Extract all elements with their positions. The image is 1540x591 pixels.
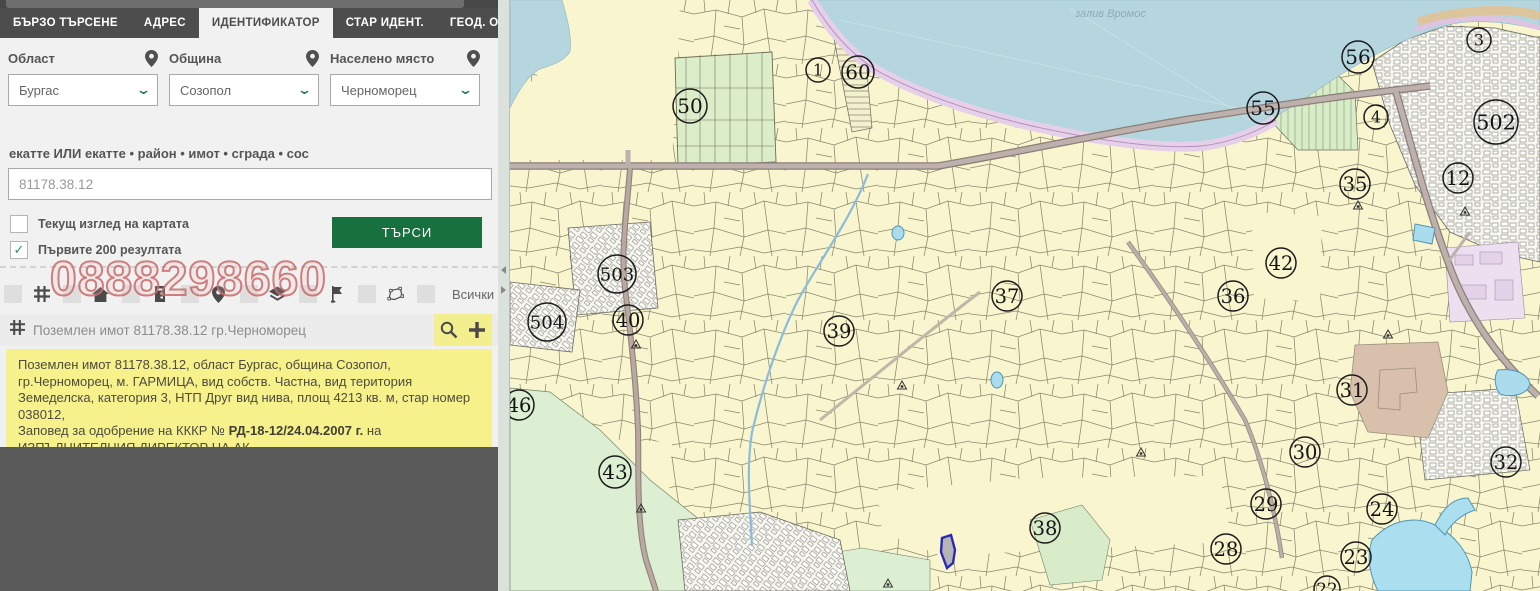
filter-checkbox-object[interactable] xyxy=(122,285,140,303)
map-pin-icon[interactable] xyxy=(145,50,158,67)
svg-text:503: 503 xyxy=(600,264,634,285)
polygon-icon xyxy=(387,286,404,303)
svg-text:42: 42 xyxy=(1269,252,1294,275)
svg-text:3: 3 xyxy=(1474,32,1484,50)
search-tabs: БЪРЗО ТЪРСЕНЕ АДРЕС ИДЕНТИФИКАТОР СТАР И… xyxy=(0,8,498,38)
first-200-checkbox[interactable]: ✓ xyxy=(10,241,28,259)
result-row-actions xyxy=(434,314,492,346)
field-oblast: Област Бургас ⌄ xyxy=(8,46,158,106)
svg-text:36: 36 xyxy=(1221,285,1246,308)
filter-checkbox-parcel[interactable] xyxy=(4,285,22,303)
svg-text:46: 46 xyxy=(510,394,531,417)
svg-text:30: 30 xyxy=(1293,441,1318,464)
filter-checkbox-flag[interactable] xyxy=(299,285,317,303)
svg-text:31: 31 xyxy=(1340,379,1365,402)
oblast-label: Област xyxy=(8,51,55,66)
obshtina-label: Община xyxy=(169,51,221,66)
filter-all-label: Всички xyxy=(452,287,494,302)
cadastre-grid-icon xyxy=(10,320,25,340)
house-icon xyxy=(92,286,109,303)
identifier-hint-label: екатте ИЛИ екатте • район • имот • сград… xyxy=(9,146,309,161)
parcel-detail-text: Поземлен имот 81178.38.12, област Бургас… xyxy=(18,357,470,422)
svg-text:24: 24 xyxy=(1370,498,1395,521)
bay-label: залив Вромос xyxy=(1074,8,1146,20)
filter-checkbox-all[interactable] xyxy=(417,285,435,303)
tab-address[interactable]: АДРЕС xyxy=(131,8,199,38)
svg-text:29: 29 xyxy=(1254,493,1279,516)
svg-text:39: 39 xyxy=(827,320,852,343)
filter-checkbox-building[interactable] xyxy=(63,285,81,303)
expand-panel-arrow-icon[interactable] xyxy=(501,286,506,294)
cadastre-grid-icon xyxy=(33,286,50,303)
identifier-search-panel: Област Бургас ⌄ Община Созопол ⌄ Населен… xyxy=(0,38,498,447)
layers-icon xyxy=(269,286,286,303)
svg-text:43: 43 xyxy=(602,460,627,484)
svg-text:56: 56 xyxy=(1345,45,1370,69)
result-type-filter-toolbar: Всички xyxy=(4,282,494,306)
current-map-view-checkbox[interactable] xyxy=(10,215,28,233)
filter-checkbox-polygon[interactable] xyxy=(358,285,376,303)
svg-text:50: 50 xyxy=(677,94,702,118)
zoom-to-result-button[interactable] xyxy=(437,318,461,342)
search-sidebar: БЪРЗО ТЪРСЕНЕ АДРЕС ИДЕНТИФИКАТОР СТАР И… xyxy=(0,0,498,591)
svg-text:1: 1 xyxy=(813,62,823,80)
settlement-label: Населено място xyxy=(330,51,434,66)
svg-text:12: 12 xyxy=(1446,167,1471,190)
location-pin-icon xyxy=(210,286,227,303)
tab-old-identifier[interactable]: СТАР ИДЕНТ. xyxy=(333,8,437,38)
field-obshtina: Община Созопол ⌄ xyxy=(169,46,319,106)
svg-text:37: 37 xyxy=(995,285,1020,308)
svg-text:23: 23 xyxy=(1344,546,1369,569)
order-text-prefix: Заповед за одобрение на КККР № xyxy=(18,423,229,438)
svg-text:504: 504 xyxy=(530,312,564,333)
first-200-option: ✓ Първите 200 резултата xyxy=(10,241,181,259)
map-pin-icon[interactable] xyxy=(467,50,480,67)
svg-text:60: 60 xyxy=(845,60,870,84)
field-settlement: Населено място Черноморец ⌄ xyxy=(330,46,480,106)
svg-text:32: 32 xyxy=(1494,451,1519,474)
top-toolbar-strip xyxy=(0,0,498,8)
obshtina-select[interactable]: Созопол ⌄ xyxy=(169,74,319,106)
map-brown-area xyxy=(1350,342,1448,438)
svg-text:22: 22 xyxy=(1316,579,1338,591)
svg-text:40: 40 xyxy=(616,309,641,332)
oblast-select[interactable]: Бургас ⌄ xyxy=(8,74,158,106)
building-icon xyxy=(151,286,168,303)
filter-checkbox-point[interactable] xyxy=(181,285,199,303)
tab-identifier[interactable]: ИДЕНТИФИКАТОР xyxy=(199,8,333,38)
svg-text:38: 38 xyxy=(1033,517,1058,540)
divider xyxy=(0,266,498,268)
filter-checkbox-layers[interactable] xyxy=(240,285,258,303)
chevron-down-icon: ⌄ xyxy=(136,82,151,98)
identifier-input[interactable] xyxy=(8,168,492,200)
flag-icon xyxy=(328,286,345,303)
sidebar-footer-area xyxy=(0,447,498,591)
svg-text:35: 35 xyxy=(1343,173,1368,196)
panel-splitter[interactable] xyxy=(498,0,510,591)
add-result-button[interactable] xyxy=(465,318,489,342)
chevron-down-icon: ⌄ xyxy=(297,82,312,98)
svg-text:502: 502 xyxy=(1476,111,1516,135)
order-number: РД-18-12/24.04.2007 г. xyxy=(229,423,364,438)
settlement-select[interactable]: Черноморец ⌄ xyxy=(330,74,480,106)
top-input-remnant xyxy=(6,0,464,8)
map-pin-icon[interactable] xyxy=(306,50,319,67)
svg-text:4: 4 xyxy=(1371,109,1381,127)
chevron-down-icon: ⌄ xyxy=(458,82,473,98)
map-canvas[interactable]: залив Вромос xyxy=(510,0,1540,591)
svg-text:55: 55 xyxy=(1250,96,1275,120)
result-row[interactable]: Поземлен имот 81178.38.12 гр.Черноморец xyxy=(0,314,498,346)
search-button[interactable]: ТЪРСИ xyxy=(332,217,482,248)
current-map-view-option: Текущ изглед на картата xyxy=(10,215,189,233)
tab-quick-search[interactable]: БЪРЗО ТЪРСЕНЕ xyxy=(0,8,131,38)
svg-text:28: 28 xyxy=(1214,538,1239,561)
result-row-title: Поземлен имот 81178.38.12 гр.Черноморец xyxy=(33,323,498,338)
collapse-panel-arrow-icon[interactable] xyxy=(501,266,506,274)
